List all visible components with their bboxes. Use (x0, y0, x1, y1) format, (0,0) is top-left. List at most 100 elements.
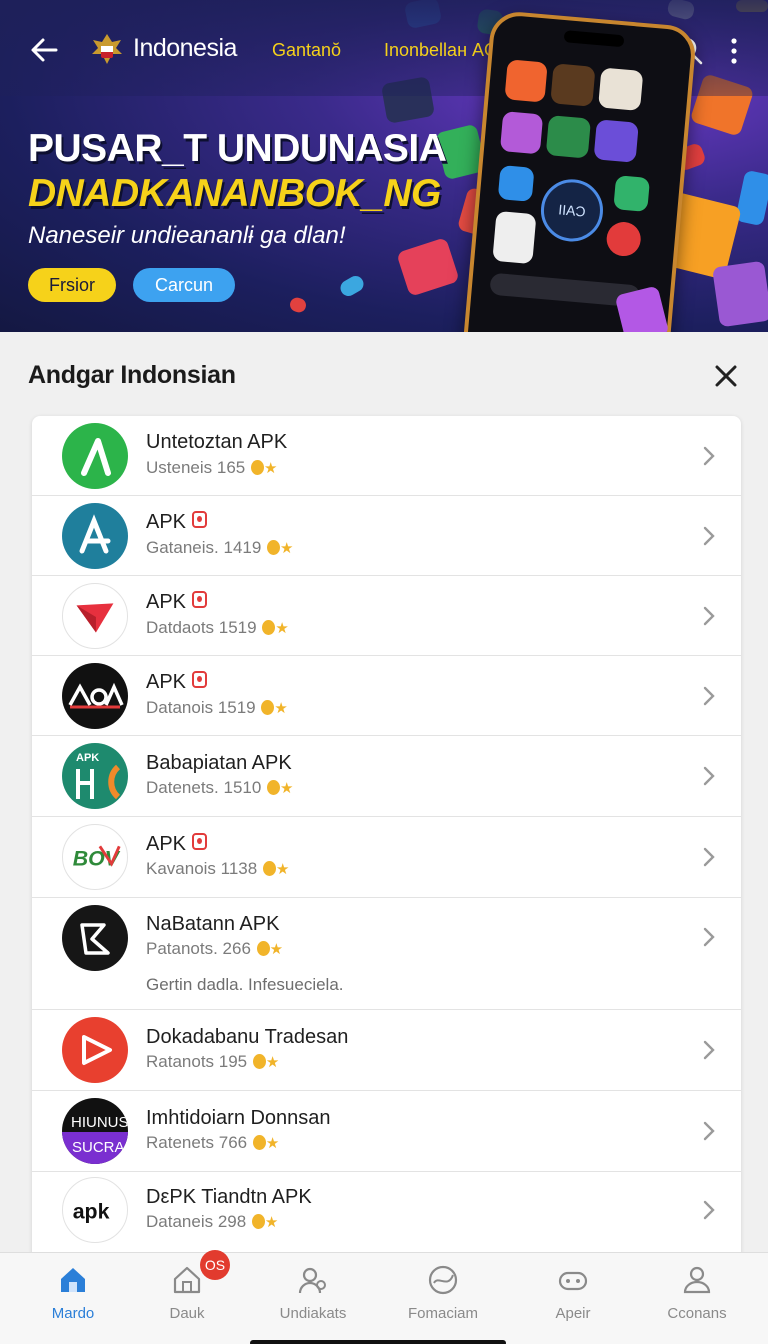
nav-label: Dauk (169, 1305, 205, 1322)
app-name: Dokadabanu Tradesan (146, 1026, 349, 1048)
app-meta: Datdaots 1519 ★ (146, 618, 289, 637)
apk-text-logo-icon: apk (62, 1177, 128, 1243)
black-aoa-logo-icon (62, 663, 128, 729)
list-item[interactable]: BOV APK Kavanois 1138 ★ (32, 817, 741, 898)
house-outline-icon (173, 1266, 201, 1294)
more-vertical-icon[interactable] (726, 36, 742, 66)
app-screen: Indonesia Gantanŏ Inonbellaн AOƂN PUSAR_… (0, 0, 768, 1344)
chevron-right-icon[interactable] (700, 524, 718, 548)
close-icon[interactable] (712, 362, 740, 390)
nav-item-undiakats[interactable]: Undiakats (258, 1263, 368, 1333)
list-item[interactable]: APK Gataneis. 1419 ★ (32, 496, 741, 576)
chevron-right-icon[interactable] (700, 1198, 718, 1222)
list-item[interactable]: APK Datanois 1519 ★ (32, 656, 741, 736)
app-meta: Usteneis 165 ★ (146, 458, 278, 477)
hiunus-sucra-logo-icon: HIUNUS SUCRA (62, 1098, 128, 1164)
globe-icon (428, 1265, 458, 1295)
system-home-indicator (250, 1340, 506, 1344)
nav-item-home[interactable]: Mardo (18, 1263, 128, 1333)
profile-icon (683, 1266, 711, 1294)
bov-logo-icon: BOV (62, 824, 128, 890)
app-description: Gertin dadla. Infesueciela. (146, 975, 344, 994)
nav-label: Undiakats (279, 1305, 347, 1322)
app-name: APK (146, 511, 208, 534)
svg-text:apk: apk (73, 1200, 110, 1224)
list-item[interactable]: APK Babapiatan APK Datenets. 1510 ★ (32, 736, 741, 817)
chevron-right-icon[interactable] (700, 684, 718, 708)
nav-label: Fomaciam (407, 1305, 478, 1322)
new-badge-icon (192, 833, 208, 850)
app-meta: Ratenets 766 ★ (146, 1133, 280, 1152)
phone-app-tile (499, 111, 544, 155)
banner-primary-button[interactable]: Frsior (28, 268, 116, 302)
svg-text:HIUNUS: HIUNUS (71, 1114, 128, 1131)
floating-app-tile (337, 273, 367, 299)
phone-app-tile (550, 63, 596, 107)
nav-label: Mardo (51, 1305, 95, 1322)
chevron-right-icon[interactable] (700, 1038, 718, 1062)
list-item[interactable]: HIUNUS SUCRA Imhtidoiarn Donnsan Ratenets… (32, 1091, 741, 1172)
chevron-right-icon[interactable] (700, 444, 718, 468)
app-meta: Patanots. 266 ★ (146, 939, 284, 958)
chevron-right-icon[interactable] (700, 1119, 718, 1143)
app-name: DεPK Tiandtn APK (146, 1186, 312, 1208)
teal-a-icon (62, 503, 128, 569)
nav-item-cconans[interactable]: Cconans (642, 1263, 752, 1333)
phone-app-tile (497, 165, 535, 202)
phone-notch (563, 30, 625, 48)
phone-app-tile (593, 119, 639, 163)
app-meta: Dataneis 298 ★ (146, 1212, 279, 1231)
nav-label: Apeir (555, 1305, 591, 1322)
chevron-right-icon[interactable] (700, 845, 718, 869)
app-meta: Datanois 1519 ★ (146, 698, 288, 717)
nav-label: Cconans (667, 1305, 727, 1322)
page-title: Indonesia (133, 34, 237, 62)
svg-text:APK: APK (76, 752, 99, 764)
floating-app-tile (712, 260, 768, 328)
chevron-right-icon[interactable] (700, 604, 718, 628)
hero-banner[interactable]: Indonesia Gantanŏ Inonbellaн AOƂN PUSAR_… (0, 0, 768, 332)
banner-subtitle: Naneseir undieananlɨ ga dlan! (28, 222, 346, 249)
floating-app-tile (288, 295, 308, 315)
new-badge-icon (192, 671, 208, 688)
app-meta: Ratanots 195 ★ (146, 1052, 280, 1071)
phone-app-tile (598, 67, 644, 111)
floating-app-tile (396, 237, 460, 297)
banner-secondary-button[interactable]: Carcun (133, 268, 235, 302)
notification-badge: OS (200, 1250, 230, 1280)
list-item[interactable]: APK Datdaots 1519 ★ (32, 576, 741, 656)
app-meta: Datenets. 1510 ★ (146, 778, 294, 797)
app-name: Imhtidoiarn Donnsan (146, 1107, 331, 1129)
app-meta: Kavanois 1138 ★ (146, 859, 290, 878)
list-item[interactable]: NaBatann APK Patanots. 266 ★ Gertin dadl… (32, 898, 741, 1010)
app-name: APK (146, 591, 208, 614)
red-play-icon (62, 1017, 128, 1083)
new-badge-icon (192, 511, 208, 528)
app-name: NaBatann APK (146, 913, 280, 935)
emblem-icon (92, 34, 122, 64)
app-name: APK (146, 833, 208, 856)
svg-text:SUCRA: SUCRA (72, 1139, 125, 1156)
nav-item-fomaciam[interactable]: Fomaciam (388, 1263, 498, 1333)
phone-app-tile (545, 115, 592, 159)
nav-item-apeir[interactable]: Apeir (518, 1263, 628, 1333)
new-badge-icon (192, 591, 208, 608)
list-item[interactable]: Untetoztan APK Usteneis 165 ★ (32, 416, 741, 496)
section-title: Andgar Indonsian (28, 361, 236, 389)
list-item[interactable]: Dokadabanu Tradesan Ratanots 195 ★ (32, 1010, 741, 1091)
phone-app-tile (613, 175, 651, 212)
app-name: Untetoztan APK (146, 431, 288, 453)
phone-app-tile (492, 210, 537, 265)
chevron-right-icon[interactable] (700, 764, 718, 788)
bottom-navigation: Mardo Dauk Undiakats Fomaciam Apeir Ccon… (0, 1252, 768, 1344)
back-arrow-icon[interactable] (26, 32, 62, 68)
home-icon (61, 1268, 85, 1292)
app-name: Babapiatan APK (146, 752, 292, 774)
phone-mockup-illustration: IIAƆ (460, 9, 698, 332)
green-lambda-icon (62, 423, 128, 489)
gamepad-icon (558, 1271, 588, 1291)
header-link-1[interactable]: Gantanŏ (272, 40, 341, 61)
phone-center-logo: IIAƆ (538, 176, 606, 245)
chevron-right-icon[interactable] (700, 925, 718, 949)
app-list: Untetoztan APK Usteneis 165 ★ APK Gatane… (32, 416, 741, 1266)
